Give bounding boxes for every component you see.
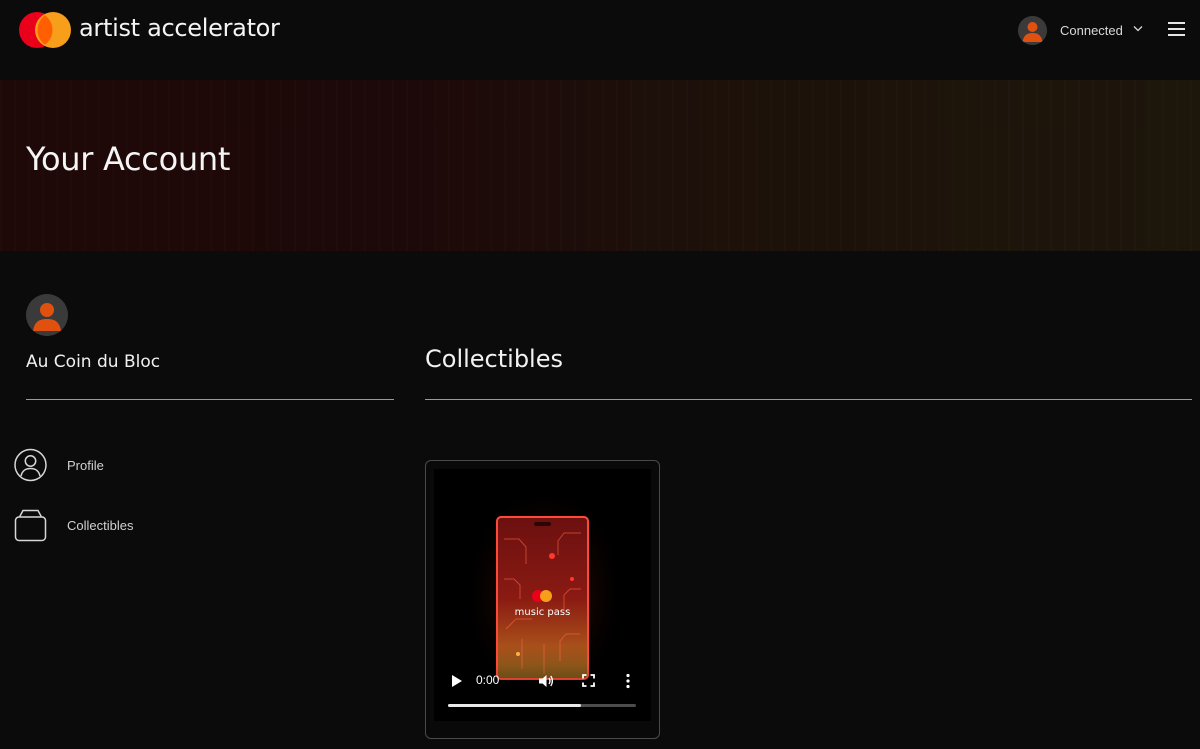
account-menu-button[interactable]: Connected — [1018, 13, 1154, 47]
sidebar-item-collectibles[interactable]: Collectibles — [14, 507, 214, 543]
video-progress-fill — [448, 704, 582, 707]
collectible-video-player[interactable]: music pass 0:00 — [434, 469, 651, 721]
mastercard-logo-icon[interactable] — [18, 11, 72, 49]
video-progress-bar[interactable] — [448, 704, 636, 707]
page-title: Your Account — [26, 140, 231, 178]
chevron-down-icon — [1133, 26, 1143, 32]
video-time: 0:00 — [476, 673, 500, 687]
volume-icon[interactable] — [538, 673, 554, 689]
sidebar-item-profile[interactable]: Profile — [14, 447, 214, 483]
user-avatar-icon — [26, 294, 68, 336]
fullscreen-icon[interactable] — [582, 674, 595, 687]
sidebar-item-label: Profile — [67, 457, 104, 473]
section-title: Collectibles — [425, 345, 563, 373]
top-nav: artist accelerator Connected — [0, 0, 1200, 80]
video-controls: 0:00 — [434, 664, 651, 721]
music-pass-label: music pass — [515, 607, 571, 618]
sidebar-divider — [26, 399, 394, 400]
section-divider — [425, 399, 1192, 400]
brand-name[interactable]: artist accelerator — [79, 14, 280, 42]
user-circle-icon — [14, 448, 47, 482]
collectible-card[interactable]: music pass 0:00 — [425, 460, 660, 739]
hamburger-menu-icon[interactable] — [1168, 22, 1185, 36]
user-avatar-icon — [1018, 15, 1047, 45]
play-icon[interactable] — [451, 674, 463, 688]
collectibles-bag-icon — [14, 509, 47, 542]
profile-avatar — [26, 294, 68, 336]
profile-username: Au Coin du Bloc — [26, 352, 161, 372]
connection-status: Connected — [1060, 22, 1123, 38]
more-options-icon[interactable] — [626, 673, 630, 689]
sidebar-item-label: Collectibles — [67, 517, 134, 533]
account-hero-banner: Your Account — [0, 80, 1200, 251]
